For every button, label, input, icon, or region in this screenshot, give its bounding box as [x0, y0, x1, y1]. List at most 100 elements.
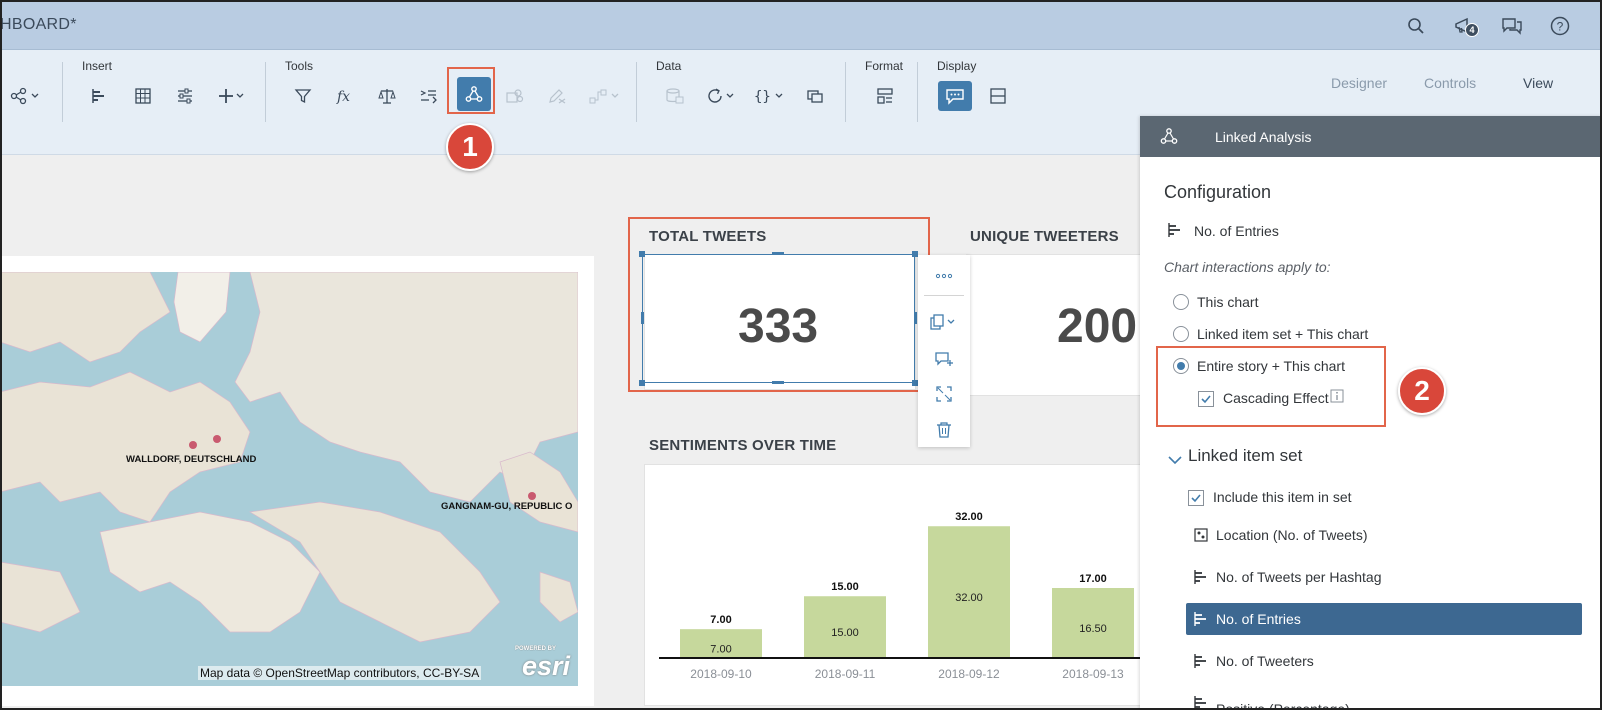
svg-text:fx: fx — [336, 89, 350, 105]
discussions-icon[interactable] — [1498, 12, 1526, 40]
tab-controls[interactable]: Controls — [1424, 75, 1476, 91]
kpi-title-unique-tweeters: UNIQUE TWEETERS — [970, 228, 1119, 245]
format-layout-icon[interactable] — [870, 81, 900, 111]
geo-map-icon — [1193, 527, 1209, 548]
insert-chart-button[interactable] — [84, 81, 114, 111]
search-icon[interactable] — [1402, 12, 1430, 40]
panel-layout-icon[interactable] — [983, 81, 1013, 111]
shell-bar: HBOARD* 4 ? — [0, 0, 1602, 50]
x-tick-label: 2018-09-10 — [690, 667, 752, 681]
callout-highlight-linked-analysis — [447, 67, 495, 114]
linked-analysis-icon — [1160, 127, 1178, 150]
tab-designer[interactable]: Designer — [1331, 75, 1387, 91]
add-comment-icon[interactable] — [930, 347, 958, 371]
comment-mode-button[interactable] — [938, 81, 972, 111]
toolbar-separator — [917, 62, 918, 122]
linked-item-positive[interactable]: Positive (Percentage) — [1186, 687, 1582, 710]
shell-actions: 4 ? — [1402, 12, 1574, 40]
linked-item-label: Positive (Percentage) — [1216, 701, 1350, 710]
toolbar-separator — [265, 62, 266, 122]
edit-disabled-icon[interactable] — [542, 81, 572, 111]
copy-icon[interactable] — [926, 310, 962, 334]
tab-view[interactable]: View — [1523, 75, 1553, 91]
configuration-heading: Configuration — [1164, 182, 1272, 202]
map-attribution: Map data © OpenStreetMap contributors, C… — [198, 666, 482, 680]
conditional-format-icon[interactable] — [414, 81, 444, 111]
linked-item-tweets-per-hashtag[interactable]: No. of Tweets per Hashtag — [1186, 561, 1582, 593]
linked-item-label: Location (No. of Tweets) — [1216, 527, 1368, 543]
toolbar-separator — [845, 62, 846, 122]
copy-layer-icon[interactable] — [800, 81, 830, 111]
help-icon[interactable]: ? — [1546, 12, 1574, 40]
radio-this-chart[interactable] — [1173, 294, 1189, 310]
bar-value-label: 16.50 — [1079, 623, 1107, 635]
group-label-tools: Tools — [285, 59, 314, 73]
toolbar-separator — [62, 62, 63, 122]
linked-item-no-of-entries[interactable]: No. of Entries — [1186, 603, 1582, 635]
fullscreen-icon[interactable] — [930, 382, 958, 406]
chart-title: SENTIMENTS OVER TIME — [649, 437, 837, 454]
geo-map[interactable]: WALLDORF, DEUTSCHLAND GANGNAM-GU, REPUBL… — [0, 272, 578, 686]
smart-insights-icon[interactable] — [500, 81, 530, 111]
variables-button[interactable]: {} — [750, 81, 790, 111]
chart-card-sentiments[interactable]: 7.00 7.00 2018-09-10 15.00 15.00 2018-09-11 32… — [644, 464, 1145, 706]
bar-top-label: 15.00 — [831, 581, 859, 593]
linked-item-location[interactable]: Location (No. of Tweets) — [1186, 519, 1582, 551]
linked-widgets-disabled-icon[interactable] — [584, 81, 628, 111]
svg-text:{}: {} — [754, 89, 771, 105]
callout-badge-2: 2 — [1398, 367, 1446, 415]
bar-value-label: 32.00 — [955, 592, 983, 604]
interactions-label: Chart interactions apply to: — [1164, 259, 1331, 275]
delete-icon[interactable] — [930, 418, 958, 442]
linked-item-set-heading[interactable]: Linked item set — [1188, 446, 1302, 466]
more-actions-icon[interactable] — [930, 264, 958, 288]
linked-item-label: No. of Entries — [1216, 611, 1301, 627]
group-label-display: Display — [937, 59, 977, 73]
linked-item-label: No. of Tweets per Hashtag — [1216, 569, 1382, 585]
share-button[interactable] — [6, 81, 46, 111]
include-item-label[interactable]: Include this item in set — [1213, 489, 1352, 505]
configured-chart-name: No. of Entries — [1194, 223, 1279, 239]
linked-item-no-of-tweeters[interactable]: No. of Tweeters — [1186, 645, 1582, 677]
callout-highlight-kpi — [628, 217, 930, 392]
bar-top-label: 17.00 — [1079, 573, 1107, 585]
data-source-disabled-icon[interactable] — [660, 81, 690, 111]
bar-top-label: 7.00 — [710, 614, 731, 626]
refresh-button[interactable] — [702, 81, 742, 111]
menu-divider — [924, 295, 964, 296]
map-marker[interactable] — [528, 492, 536, 500]
include-item-checkbox[interactable] — [1188, 490, 1204, 506]
radio-linked-item-set[interactable] — [1173, 326, 1189, 342]
insert-table-button[interactable] — [128, 81, 158, 111]
bar-top-label: 32.00 — [955, 511, 983, 523]
formula-icon[interactable]: fx — [330, 81, 360, 111]
panel-header: Linked Analysis — [1140, 116, 1602, 157]
linked-item-label: No. of Tweeters — [1216, 653, 1314, 669]
insert-input-control-button[interactable] — [170, 81, 200, 111]
notifications-icon[interactable]: 4 — [1450, 12, 1479, 40]
filter-icon[interactable] — [288, 81, 318, 111]
bar-chart-icon — [1193, 611, 1209, 632]
chevron-down-icon[interactable] — [1168, 452, 1182, 470]
svg-text:?: ? — [1557, 20, 1564, 34]
map-marker[interactable] — [213, 435, 221, 443]
notification-badge: 4 — [1465, 23, 1479, 37]
bar-chart-icon — [1193, 653, 1209, 674]
x-tick-label: 2018-09-11 — [815, 667, 876, 681]
insert-more-button[interactable] — [212, 81, 252, 111]
bar-chart-icon — [1193, 695, 1209, 710]
radio-label-this-chart[interactable]: This chart — [1197, 294, 1258, 310]
esri-logo: esri — [521, 651, 570, 681]
toolbar-separator — [636, 62, 637, 122]
callout-highlight-options — [1156, 346, 1386, 427]
bar-chart-icon — [1193, 569, 1209, 590]
map-marker[interactable] — [189, 441, 197, 449]
radio-label-linked-item-set[interactable]: Linked item set + This chart — [1197, 326, 1368, 342]
bar-value-label: 7.00 — [710, 644, 731, 656]
compare-icon[interactable] — [372, 81, 402, 111]
x-tick-label: 2018-09-12 — [938, 667, 1000, 681]
group-label-format: Format — [865, 59, 904, 73]
widget-context-menu — [918, 255, 970, 447]
panel-title: Linked Analysis — [1215, 129, 1312, 145]
group-label-data: Data — [656, 59, 682, 73]
